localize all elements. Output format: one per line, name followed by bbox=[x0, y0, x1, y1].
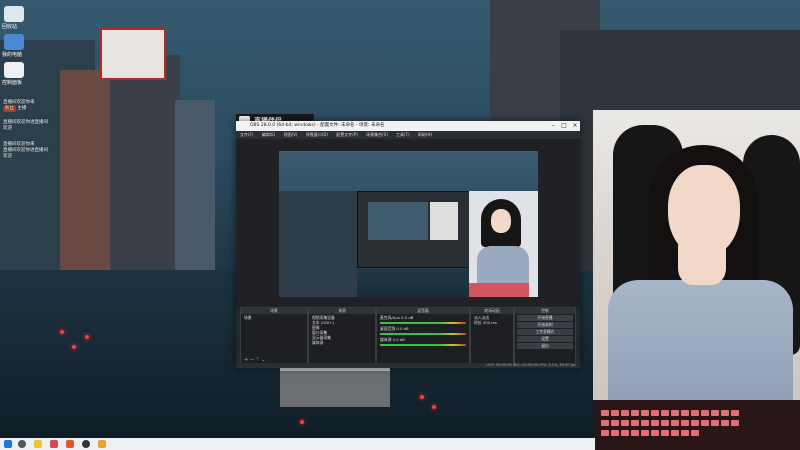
source-item[interactable]: 媒体源 bbox=[309, 340, 375, 345]
chat-text: 直播间欢迎你进直播间 bbox=[3, 148, 48, 153]
dock-panels: 场景 场景 + − ⌃ ⌄ 来源 视频采集设备 文本 (GDI+) 图像 窗口采… bbox=[236, 307, 580, 368]
sources-dock: 来源 视频采集设备 文本 (GDI+) 图像 窗口采集 显示器采集 媒体源 bbox=[308, 307, 376, 365]
menu-bar: 文件(F) 编辑(E) 视图(V) 停靠窗口(D) 配置文件(P) 场景集合(S… bbox=[236, 131, 580, 139]
channel-label: 媒体源 bbox=[380, 337, 392, 342]
controls-title: 控制 bbox=[515, 308, 575, 314]
taskbar bbox=[0, 438, 595, 450]
exit-button[interactable]: 退出 bbox=[517, 343, 573, 349]
mixer-title: 混音器 bbox=[377, 308, 469, 314]
menu-help[interactable]: 帮助(H) bbox=[418, 132, 432, 137]
transitions-title: 转场动画 bbox=[471, 308, 513, 314]
chat-text: 欢迎 bbox=[3, 126, 12, 131]
audio-mixer-dock: 混音器 麦克风/Aux 0.0 dB 桌面音频 0.0 dB 媒体源 0.0 d… bbox=[376, 307, 470, 365]
billboard-sign bbox=[100, 28, 166, 80]
controls-dock: 控制 开始直播 开始录制 工作室模式 设置 退出 bbox=[514, 307, 576, 365]
app-icon-b[interactable] bbox=[66, 440, 74, 448]
app-icon-2[interactable] bbox=[4, 62, 24, 78]
chat-text: 直播间欢迎你来 bbox=[3, 142, 35, 147]
transition-duration-row: 时长 300 ms bbox=[471, 320, 513, 325]
volume-meter[interactable] bbox=[380, 322, 466, 324]
chat-message: 欢迎 bbox=[0, 154, 95, 160]
chat-message: 欢迎 bbox=[0, 126, 95, 132]
volume-meter[interactable] bbox=[380, 344, 466, 346]
menu-profile[interactable]: 配置文件(P) bbox=[336, 132, 358, 137]
app-icon-1[interactable] bbox=[4, 34, 24, 50]
file-explorer-icon[interactable] bbox=[34, 440, 42, 448]
recycle-bin-icon[interactable] bbox=[4, 6, 24, 22]
webcam-overlay bbox=[593, 110, 800, 450]
status-bar: LIVE: 00:00:00 REC: 00:00:00 CPU: 2.1%, … bbox=[236, 363, 580, 368]
chat-text: 主播 bbox=[17, 106, 27, 111]
nested-webcam-preview bbox=[469, 191, 538, 297]
studio-mode-button[interactable]: 工作室模式 bbox=[517, 329, 573, 335]
search-icon[interactable] bbox=[18, 440, 26, 448]
settings-button[interactable]: 设置 bbox=[517, 336, 573, 342]
transitions-dock: 转场动画 淡入淡出 时长 300 ms bbox=[470, 307, 514, 365]
window-title: OBS 28.0.0 (64-bit, windows) - 配置文件: 未命名… bbox=[250, 123, 385, 128]
menu-scene-collection[interactable]: 场景集合(S) bbox=[366, 132, 388, 137]
sources-title: 来源 bbox=[309, 308, 375, 314]
desktop-icon-label: 我的电脑 bbox=[2, 52, 23, 58]
window-titlebar[interactable]: OBS 28.0.0 (64-bit, windows) - 配置文件: 未命名… bbox=[236, 121, 580, 131]
preview-canvas[interactable] bbox=[279, 151, 538, 297]
chat-text: 欢迎 bbox=[3, 154, 12, 159]
scene-item[interactable]: 场景 bbox=[241, 315, 307, 320]
menu-edit[interactable]: 编辑(E) bbox=[262, 132, 276, 137]
close-icon[interactable]: × bbox=[570, 121, 580, 131]
app-icon-c[interactable] bbox=[82, 440, 90, 448]
duration-input[interactable]: 300 ms bbox=[483, 320, 497, 325]
app-icon-a[interactable] bbox=[50, 440, 58, 448]
channel-label: 桌面音频 bbox=[380, 326, 396, 331]
scenes-title: 场景 bbox=[241, 308, 307, 314]
obs-window[interactable]: OBS 28.0.0 (64-bit, windows) - 配置文件: 未命名… bbox=[236, 121, 580, 368]
channel-db: 0.0 dB bbox=[396, 326, 409, 331]
nested-obs-preview bbox=[357, 191, 471, 268]
volume-meter[interactable] bbox=[380, 333, 466, 335]
windows-start-icon[interactable] bbox=[4, 440, 12, 448]
mixer-channel: 桌面音频 0.0 dB bbox=[377, 326, 469, 331]
minimize-icon[interactable]: – bbox=[548, 121, 558, 131]
chat-text: 直播间欢迎你来 bbox=[3, 100, 35, 105]
menu-view[interactable]: 视图(V) bbox=[284, 132, 298, 137]
start-recording-button[interactable]: 开始录制 bbox=[517, 322, 573, 328]
menu-file[interactable]: 文件(F) bbox=[240, 132, 253, 137]
duration-label: 时长 bbox=[474, 320, 482, 325]
live-chat-overlay: 直播间欢迎你来 粉丝 主播 直播间欢迎你进直播间 欢迎 直播间欢迎你来 直播间欢… bbox=[0, 100, 95, 160]
channel-db: 0.0 dB bbox=[392, 337, 405, 342]
scenes-dock: 场景 场景 + − ⌃ ⌄ bbox=[240, 307, 308, 365]
channel-label: 麦克风/Aux bbox=[380, 315, 400, 320]
app-icon-d[interactable] bbox=[98, 440, 106, 448]
menu-tools[interactable]: 工具(T) bbox=[396, 132, 410, 137]
chat-badge: 粉丝 bbox=[3, 106, 16, 112]
start-streaming-button[interactable]: 开始直播 bbox=[517, 315, 573, 321]
chat-message: 粉丝 主播 bbox=[0, 106, 95, 112]
channel-db: 0.0 dB bbox=[401, 315, 414, 320]
mixer-channel: 媒体源 0.0 dB bbox=[377, 337, 469, 342]
maximize-icon[interactable]: □ bbox=[559, 121, 569, 131]
mixer-channel: 麦克风/Aux 0.0 dB bbox=[377, 315, 469, 320]
boat bbox=[280, 368, 390, 407]
menu-docks[interactable]: 停靠窗口(D) bbox=[306, 132, 328, 137]
desktop-icon-label: 控制面板 bbox=[2, 80, 23, 86]
desktop-icon-label: 回收站 bbox=[2, 24, 18, 30]
chat-text: 直播间欢迎你进直播间 bbox=[3, 120, 48, 125]
